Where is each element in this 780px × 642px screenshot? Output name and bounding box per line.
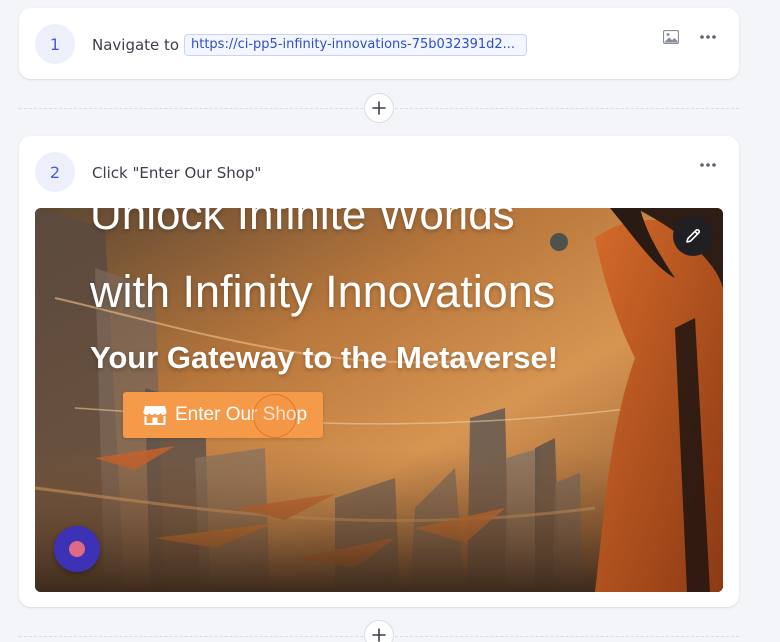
click-indicator: [253, 394, 297, 438]
more-horizontal-icon[interactable]: [697, 154, 719, 176]
step-action-label: Click "Enter Our Shop": [92, 164, 262, 182]
step-card-2[interactable]: 2 Click "Enter Our Shop" Unlock Infinite…: [19, 136, 739, 607]
step-action-label: Navigate to: [92, 36, 180, 54]
add-step-button[interactable]: [364, 93, 394, 123]
step-number-badge: 2: [35, 152, 75, 192]
step-card-1[interactable]: 1 Navigate to https://ci-pp5-infinity-in…: [19, 8, 739, 79]
record-icon: [54, 526, 100, 572]
hero-title-line-1: Unlock Infinite Worlds: [90, 208, 515, 239]
image-icon[interactable]: [660, 26, 682, 48]
add-step-button[interactable]: [364, 620, 394, 642]
plus-icon: [372, 101, 386, 115]
step-screenshot: Unlock Infinite Worlds with Infinity Inn…: [35, 208, 723, 592]
step-number-badge: 1: [35, 24, 75, 64]
workflow-editor: 1 Navigate to https://ci-pp5-infinity-in…: [0, 0, 780, 642]
hero-title-line-2: with Infinity Innovations: [90, 266, 556, 317]
pencil-icon[interactable]: [673, 216, 713, 256]
more-horizontal-icon[interactable]: [697, 26, 719, 48]
record-dot: [69, 541, 85, 557]
hero-subtitle: Your Gateway to the Metaverse!: [90, 340, 559, 375]
store-icon: [143, 405, 167, 425]
url-chip[interactable]: https://ci-pp5-infinity-innovations-75b0…: [184, 34, 527, 56]
plus-icon: [372, 628, 386, 642]
